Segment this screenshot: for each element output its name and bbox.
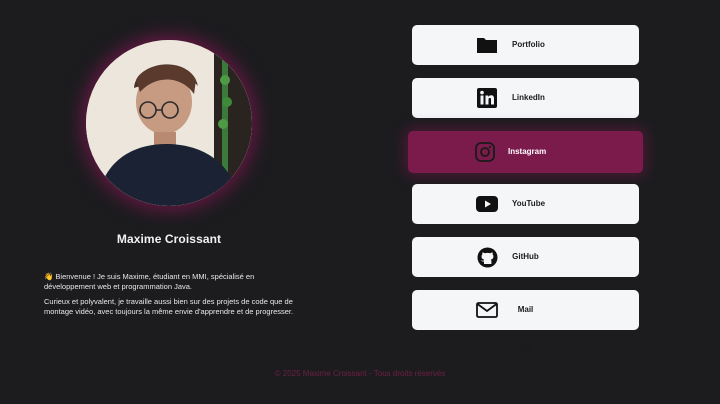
mail-icon <box>476 299 498 321</box>
link-label: Mail Pro <box>517 305 534 354</box>
github-link-button[interactable]: GitHub <box>412 237 639 277</box>
link-label: LinkedIn <box>512 93 545 102</box>
link-label: Portfolio <box>512 40 545 49</box>
footer-copyright: © 2025 Maxime Croissant - Tous droits ré… <box>274 369 446 378</box>
links-list: Portfolio LinkedIn Instagram YouTube Git… <box>0 0 720 360</box>
instagram-link-button[interactable]: Instagram <box>408 131 643 173</box>
link-label: YouTube <box>512 199 546 208</box>
instagram-icon <box>474 141 496 163</box>
linkedin-link-button[interactable]: LinkedIn <box>412 78 639 118</box>
folder-icon <box>476 34 498 56</box>
link-label: GitHub <box>512 252 539 261</box>
link-label: Instagram <box>508 147 547 156</box>
github-icon <box>476 246 498 268</box>
linkedin-icon <box>476 87 498 109</box>
portfolio-link-button[interactable]: Portfolio <box>412 25 639 65</box>
youtube-link-button[interactable]: YouTube <box>412 184 639 224</box>
mail-link-button[interactable]: Mail Pro <box>412 290 639 354</box>
youtube-icon <box>476 193 498 215</box>
